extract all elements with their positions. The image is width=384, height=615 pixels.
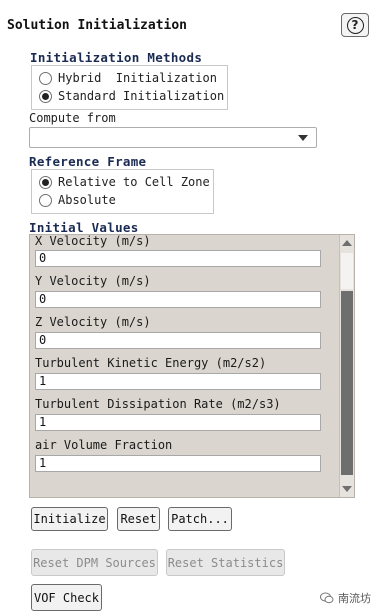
y-velocity-label: Y Velocity (m/s) — [35, 274, 151, 288]
y-velocity-input[interactable]: 0 — [35, 291, 321, 308]
dissipation-rate-input[interactable]: 1 — [35, 414, 321, 431]
compute-from-label: Compute from — [29, 111, 116, 125]
initialize-button[interactable]: Initialize — [31, 507, 108, 531]
reset-dpm-sources-button[interactable]: Reset DPM Sources — [31, 549, 158, 576]
air-volume-fraction-label: air Volume Fraction — [35, 438, 173, 452]
scroll-up-button[interactable] — [340, 235, 354, 251]
patch-button[interactable]: Patch... — [168, 507, 232, 531]
panel-title: Solution Initialization — [7, 18, 188, 33]
radio-standard-label: Standard Initialization — [58, 89, 225, 103]
radio-relative-to-cell-zone[interactable]: Relative to Cell Zone — [39, 173, 213, 191]
x-velocity-label: X Velocity (m/s) — [35, 234, 151, 248]
radio-standard-button[interactable] — [39, 89, 52, 103]
watermark: 南流坊 — [320, 590, 371, 606]
radio-standard-initialization[interactable]: Standard Initialization — [39, 87, 227, 105]
radio-absolute[interactable]: Absolute — [39, 191, 213, 209]
init-methods-group: Hybrid Initialization Standard Initializ… — [31, 65, 228, 110]
reset-button[interactable]: Reset — [117, 507, 160, 531]
reference-frame-group: Relative to Cell Zone Absolute — [31, 169, 214, 214]
reference-frame-label: Reference Frame — [29, 154, 147, 169]
vof-check-button[interactable]: VOF Check — [31, 584, 102, 611]
initial-values-label: Initial Values — [29, 220, 139, 235]
scroll-down-icon — [342, 486, 352, 492]
radio-relative-button[interactable] — [39, 175, 52, 189]
wechat-icon — [320, 592, 334, 604]
help-button[interactable]: ? — [341, 13, 369, 37]
initial-values-panel[interactable]: X Velocity (m/s) 0 Y Velocity (m/s) 0 Z … — [29, 234, 355, 498]
radio-relative-label: Relative to Cell Zone — [58, 175, 210, 189]
tke-input[interactable]: 1 — [35, 373, 321, 390]
chevron-down-icon — [298, 135, 308, 141]
radio-hybrid-label: Hybrid Initialization — [58, 71, 217, 85]
tke-label: Turbulent Kinetic Energy (m2/s2) — [35, 356, 267, 370]
scroll-up-icon — [342, 240, 352, 246]
init-methods-label: Initialization Methods — [30, 50, 203, 65]
dissipation-rate-label: Turbulent Dissipation Rate (m2/s3) — [35, 397, 281, 411]
compute-from-dropdown[interactable] — [29, 127, 317, 148]
radio-absolute-label: Absolute — [58, 193, 116, 207]
initial-values-scrollbar[interactable] — [339, 235, 354, 497]
reset-statistics-button[interactable]: Reset Statistics — [166, 549, 285, 576]
x-velocity-input[interactable]: 0 — [35, 250, 321, 267]
scrollbar-thumb[interactable] — [341, 291, 353, 475]
scrollbar-track[interactable] — [341, 253, 353, 289]
scroll-down-button[interactable] — [340, 481, 354, 497]
radio-hybrid-initialization[interactable]: Hybrid Initialization — [39, 69, 227, 87]
air-volume-fraction-input[interactable]: 1 — [35, 455, 321, 472]
radio-absolute-button[interactable] — [39, 193, 52, 207]
z-velocity-label: Z Velocity (m/s) — [35, 315, 151, 329]
help-icon: ? — [346, 16, 364, 34]
watermark-text: 南流坊 — [338, 592, 371, 605]
z-velocity-input[interactable]: 0 — [35, 332, 321, 349]
radio-hybrid-button[interactable] — [39, 71, 52, 85]
